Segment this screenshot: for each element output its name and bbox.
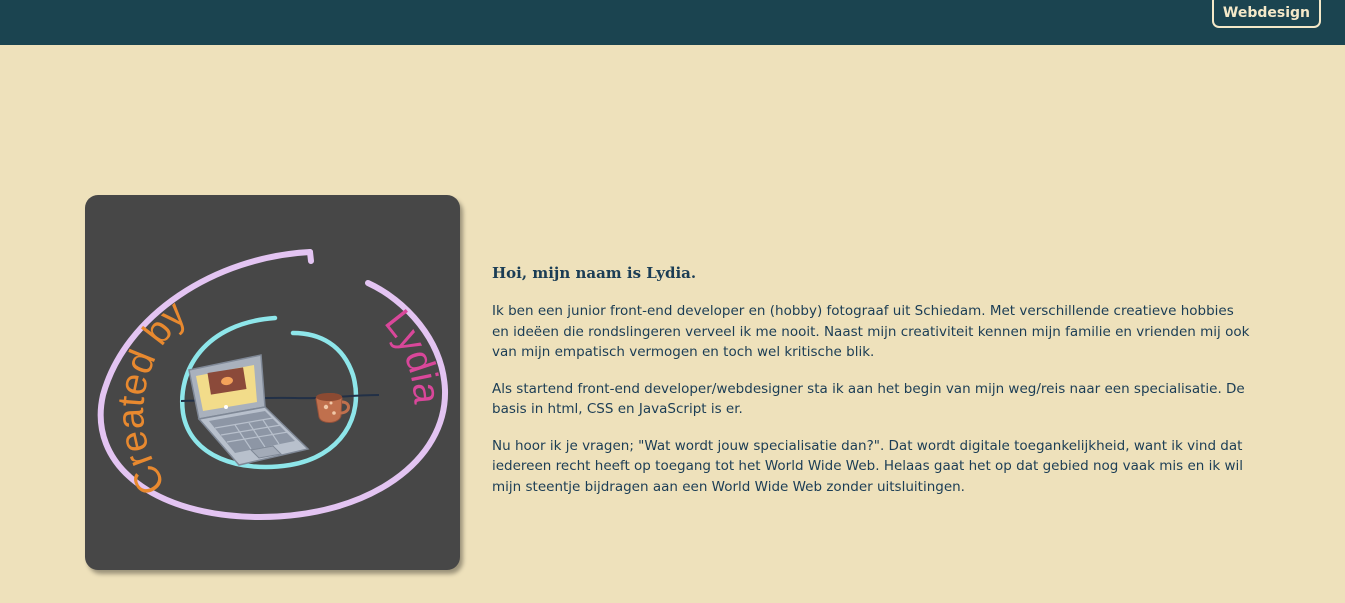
logo-image: Created by Lydia [85, 195, 460, 570]
about-paragraph-1: Ik ben een junior front-end developer en… [492, 303, 1250, 360]
about-paragraph-2: Als startend front-end developer/webdesi… [492, 380, 1245, 418]
about-section: Hoi, mijn naam is Lydia. Ik ben een juni… [492, 263, 1252, 513]
logo-text-lydia: Lydia [376, 302, 447, 406]
about-heading: Hoi, mijn naam is Lydia. [492, 264, 697, 282]
nav-webdesign-button[interactable]: Webdesign [1211, 0, 1321, 28]
about-paragraph-3: Nu hoor ik je vragen; "Wat wordt jouw sp… [492, 437, 1244, 495]
site-header: Webdesign [0, 0, 1345, 45]
